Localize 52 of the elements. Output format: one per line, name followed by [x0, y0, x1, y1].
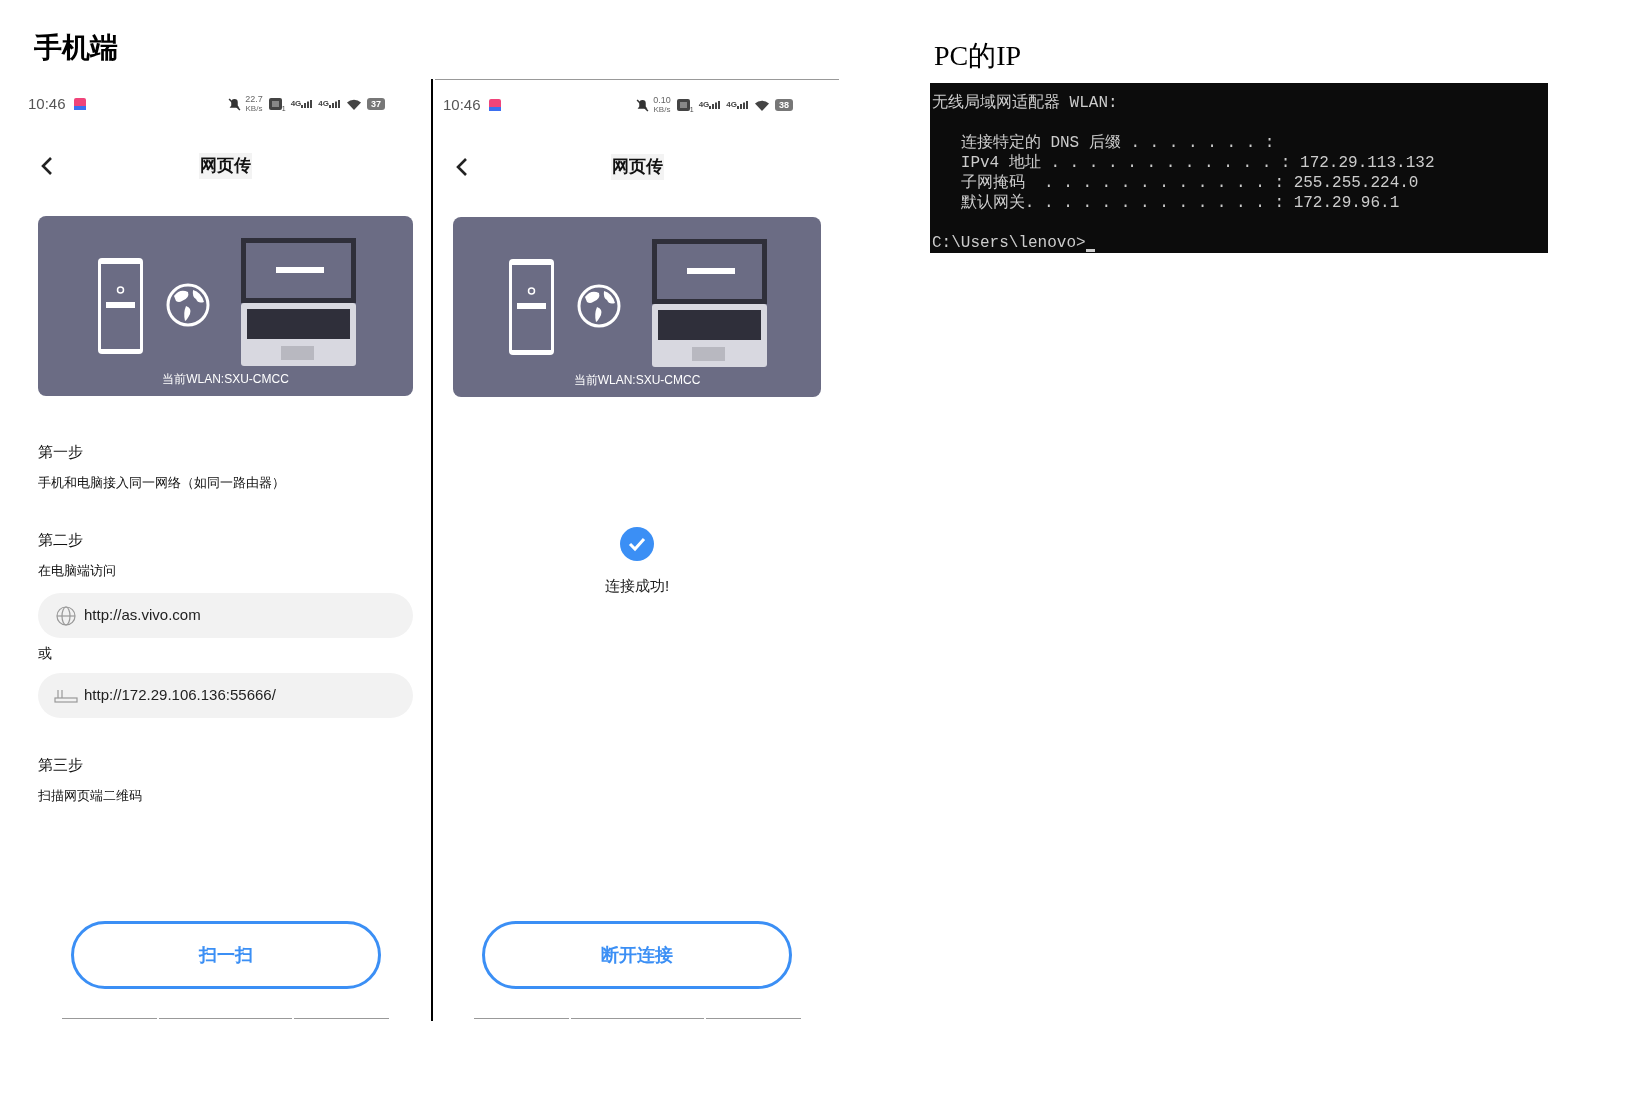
text-cursor	[1085, 249, 1095, 252]
network-speed-unit: KB/s	[653, 105, 671, 114]
hd-icon	[268, 98, 282, 110]
network-type: 4G	[726, 101, 737, 109]
success-message: 连接成功!	[604, 576, 670, 596]
step-description: 手机和电脑接入同一网络（如同一路由器）	[38, 474, 286, 492]
terminal-prompt: C:\Users\lenovo>	[932, 233, 1086, 253]
step-title: 第二步	[38, 530, 84, 550]
back-icon[interactable]	[455, 157, 469, 177]
status-time: 10:46	[28, 93, 66, 114]
step-title: 第三步	[38, 755, 84, 775]
url-field[interactable]: http://as.vivo.com	[38, 593, 413, 638]
wlan-caption: 当前WLAN:SXU-CMCC	[162, 371, 289, 388]
network-speed: 0.10	[653, 96, 671, 105]
step-title: 第一步	[38, 442, 84, 462]
app-notification-icon	[73, 98, 86, 110]
terminal-line: 默认网关. . . . . . . . . . . . . : 172.29.96.1	[959, 193, 1401, 213]
signal-icon	[301, 100, 314, 108]
network-type: 4G	[318, 100, 329, 108]
signal-icon	[709, 101, 722, 109]
router-icon	[54, 688, 78, 703]
section-heading: 手机端	[34, 31, 119, 65]
battery-indicator: 37	[367, 98, 385, 110]
terminal-line: 子网掩码 . . . . . . . . . . . . : 255.255.224.0	[959, 173, 1420, 193]
signal-icon	[737, 101, 749, 109]
wifi-icon	[347, 98, 361, 110]
network-type: 4G	[290, 100, 302, 108]
hd-icon	[676, 99, 690, 111]
mute-bell-icon	[228, 97, 242, 111]
page-title: 网页传	[610, 154, 664, 180]
app-notification-icon	[488, 99, 501, 111]
network-speed-unit: KB/s	[245, 104, 263, 113]
status-time: 10:46	[443, 94, 481, 115]
mute-bell-icon	[636, 98, 650, 112]
page-title: 网页传	[199, 153, 252, 179]
signal-icon	[329, 100, 341, 108]
globe-icon	[56, 605, 76, 626]
success-check-icon	[620, 527, 654, 561]
back-icon[interactable]	[40, 156, 54, 176]
wlan-caption: 当前WLAN:SXU-CMCC	[573, 372, 701, 389]
wifi-icon	[755, 99, 769, 111]
terminal-line: IPv4 地址 . . . . . . . . . . . . : 172.29.113.132	[959, 153, 1436, 173]
step-description: 扫描网页端二维码	[38, 787, 143, 805]
section-heading: PC的IP	[934, 39, 1023, 73]
url-field[interactable]: http://172.29.106.136:55666/	[38, 673, 413, 718]
battery-indicator: 38	[775, 99, 793, 111]
step-description: 在电脑端访问	[38, 562, 117, 580]
terminal-line: 连接特定的 DNS 后缀 . . . . . . . :	[959, 133, 1276, 153]
or-label: 或	[38, 644, 53, 663]
network-type: 4G	[698, 101, 710, 109]
network-speed: 22.7	[245, 95, 263, 104]
terminal-line: 无线局域网适配器 WLAN:	[932, 93, 1119, 113]
